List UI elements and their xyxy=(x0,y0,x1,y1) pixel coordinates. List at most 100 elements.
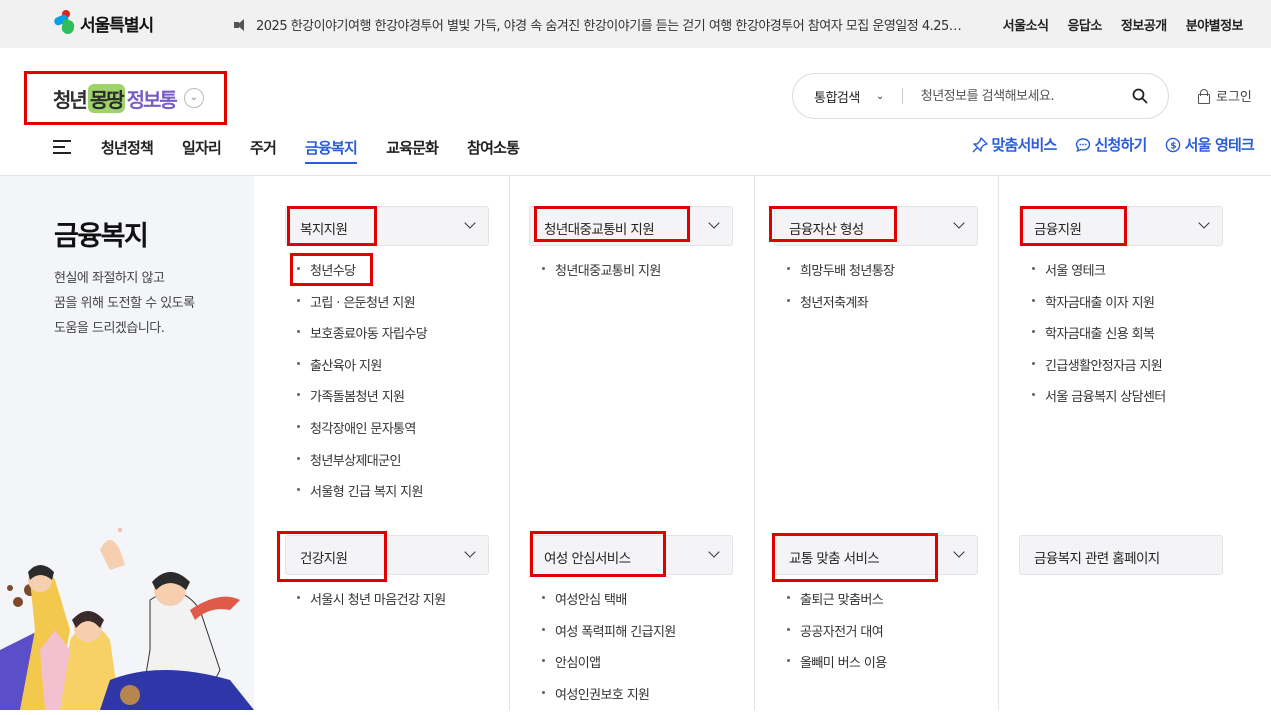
list-item[interactable]: 서울형 긴급 복지 지원 xyxy=(296,481,427,513)
list-item[interactable]: 청각장애인 문자통역 xyxy=(296,418,427,450)
category-welfare-support[interactable]: 복지지원 xyxy=(285,206,489,246)
section-intro-panel: 금융복지 현실에 좌절하지 않고 꿈을 위해 도전할 수 있도록 도움을 드리겠… xyxy=(0,176,254,710)
seoul-city-logo[interactable]: 서울특별시 xyxy=(52,10,154,36)
category-finance-support[interactable]: 금융지원 xyxy=(1019,206,1223,246)
list-item[interactable]: 고립 · 은둔청년 지원 xyxy=(296,292,427,324)
hamburger-menu-icon[interactable] xyxy=(53,140,71,154)
chevron-down-icon xyxy=(953,546,965,558)
search-scope-select[interactable]: 통합검색 ⌄ xyxy=(814,87,884,106)
brand-part-2: 몽땅 xyxy=(87,83,125,113)
search-scope-label: 통합검색 xyxy=(814,90,860,106)
nav-jobs[interactable]: 일자리 xyxy=(182,137,222,158)
list-item[interactable]: 여성 폭력피해 긴급지원 xyxy=(541,621,676,653)
welfare-support-list: 청년수당 고립 · 은둔청년 지원 보호종료아동 자립수당 출산육아 지원 가족… xyxy=(296,260,428,513)
seoul-youngtech-label: 서울 영테크 xyxy=(1184,136,1255,154)
list-item[interactable]: 청년저축계좌 xyxy=(786,292,894,324)
search-icon[interactable] xyxy=(1132,88,1148,104)
nav-education-culture[interactable]: 교육문화 xyxy=(386,137,439,158)
list-item[interactable]: 보호종료아동 자립수당 xyxy=(296,323,428,355)
top-link-info-disclosure[interactable]: 정보공개 xyxy=(1121,15,1167,34)
category-title: 금융복지 관련 홈페이지 xyxy=(1034,551,1160,567)
nav-youth-policy[interactable]: 청년정책 xyxy=(101,137,154,158)
finance-related-sites-link[interactable]: 금융복지 관련 홈페이지 xyxy=(1019,535,1223,575)
column-divider xyxy=(754,176,755,710)
list-item[interactable]: 올빼미 버스 이용 xyxy=(786,652,887,684)
list-item[interactable]: 학자금대출 신용 회복 xyxy=(1031,323,1166,355)
top-utility-bar: 서울특별시 2025 한강이야기여행 한강야경투어 별빛 가득, 야경 속 숨겨… xyxy=(0,0,1271,48)
search-input[interactable] xyxy=(920,88,1101,104)
category-women-safety[interactable]: 여성 안심서비스 xyxy=(529,535,733,575)
login-button[interactable]: 로그인 xyxy=(1198,86,1252,105)
pin-icon xyxy=(972,136,988,152)
top-link-seoul-news[interactable]: 서울소식 xyxy=(1003,15,1049,34)
category-title: 금융지원 xyxy=(1034,222,1082,238)
section-description: 현실에 좌절하지 않고 꿈을 위해 도전할 수 있도록 도움을 드리겠습니다. xyxy=(54,266,195,341)
section-description-line: 현실에 좌절하지 않고 xyxy=(54,271,165,286)
chevron-down-icon xyxy=(1198,217,1210,229)
list-item[interactable]: 서울 금융복지 상담센터 xyxy=(1031,386,1166,418)
brand-part-3: 정보통 xyxy=(126,87,178,112)
list-item[interactable]: 가족돌봄청년 지원 xyxy=(296,386,427,418)
list-item[interactable]: 공공자전거 대여 xyxy=(786,621,887,653)
chevron-down-icon xyxy=(708,546,720,558)
list-item[interactable]: 학자금대출 이자 지원 xyxy=(1031,292,1166,324)
custom-service-link[interactable]: 맞춤서비스 xyxy=(972,134,1057,155)
notice-text[interactable]: 2025 한강이야기여행 한강야경투어 별빛 가득, 야경 속 숨겨진 한강이야… xyxy=(256,15,969,34)
coin-icon: $ xyxy=(1165,137,1180,152)
speaker-icon xyxy=(234,18,250,31)
category-transport-service[interactable]: 교통 맞춤 서비스 xyxy=(774,535,978,575)
nav-finance-welfare[interactable]: 금융복지 xyxy=(305,137,358,164)
transit-support-list: 청년대중교통비 지원 xyxy=(541,260,661,292)
top-link-eungdapso[interactable]: 응답소 xyxy=(1067,15,1102,34)
lock-icon xyxy=(1198,88,1210,104)
search-divider xyxy=(901,88,903,104)
category-title: 건강지원 xyxy=(300,551,348,567)
chat-bubble-icon xyxy=(1075,137,1090,152)
category-health-support[interactable]: 건강지원 xyxy=(285,535,489,575)
search-bar: 통합검색 ⌄ xyxy=(792,73,1169,119)
category-asset-building[interactable]: 금융자산 형성 xyxy=(774,206,978,246)
list-item[interactable]: 서울 영테크 xyxy=(1031,260,1166,292)
category-title: 금융자산 형성 xyxy=(789,222,864,238)
chevron-down-icon xyxy=(464,217,476,229)
list-item[interactable]: 청년수당 xyxy=(296,260,427,292)
list-item[interactable]: 청년부상제대군인 xyxy=(296,450,427,482)
list-item[interactable]: 청년대중교통비 지원 xyxy=(541,260,661,292)
list-item[interactable]: 안심이앱 xyxy=(541,652,676,684)
list-item[interactable]: 희망두배 청년통장 xyxy=(786,260,895,292)
women-safety-list: 여성안심 택배 여성 폭력피해 긴급지원 안심이앱 여성인권보호 지원 xyxy=(541,589,676,715)
category-transit-support[interactable]: 청년대중교통비 지원 xyxy=(529,206,733,246)
svg-text:$: $ xyxy=(1170,141,1176,151)
chevron-down-icon xyxy=(708,217,720,229)
youth-cheering-illustration xyxy=(0,528,254,710)
apply-link[interactable]: 신청하기 xyxy=(1075,134,1147,155)
chevron-down-icon: ⌄ xyxy=(875,90,884,102)
list-item[interactable]: 출퇴근 맞춤버스 xyxy=(786,589,887,621)
seoul-logo-text: 서울특별시 xyxy=(80,15,154,36)
section-description-line: 도움을 드리겠습니다. xyxy=(54,321,165,336)
notice-ticker[interactable]: 2025 한강이야기여행 한강야경투어 별빛 가득, 야경 속 숨겨진 한강이야… xyxy=(234,15,969,34)
column-divider xyxy=(509,176,510,710)
seoul-logo-icon xyxy=(52,10,76,36)
chevron-down-icon[interactable]: ⌄ xyxy=(183,88,204,108)
list-item[interactable]: 여성안심 택배 xyxy=(541,589,676,621)
seoul-youngtech-link[interactable]: $ 서울 영테크 xyxy=(1165,134,1255,155)
main-nav: 청년정책 일자리 주거 금융복지 교육문화 참여소통 xyxy=(53,132,520,164)
top-links: 서울소식 응답소 정보공개 분야별정보 xyxy=(1003,15,1244,34)
top-link-field-info[interactable]: 분야별정보 xyxy=(1186,15,1244,34)
site-brand-logo[interactable]: 청년 몽땅 정보통 ⌄ xyxy=(24,71,227,125)
login-label: 로그인 xyxy=(1216,90,1252,105)
asset-building-list: 희망두배 청년통장 청년저축계좌 xyxy=(786,260,895,324)
brand-part-1: 청년 xyxy=(53,87,88,112)
section-description-line: 꿈을 위해 도전할 수 있도록 xyxy=(54,296,195,311)
chevron-down-icon xyxy=(953,217,965,229)
category-title: 복지지원 xyxy=(300,222,348,238)
nav-housing[interactable]: 주거 xyxy=(250,137,277,158)
list-item[interactable]: 출산육아 지원 xyxy=(296,355,427,387)
list-item[interactable]: 긴급생활안정자금 지원 xyxy=(1031,355,1166,387)
custom-service-label: 맞춤서비스 xyxy=(991,136,1058,154)
list-item[interactable]: 서울시 청년 마음건강 지원 xyxy=(296,589,446,621)
list-item[interactable]: 여성인권보호 지원 xyxy=(541,684,676,715)
nav-participation[interactable]: 참여소통 xyxy=(467,137,520,158)
finance-support-list: 서울 영테크 학자금대출 이자 지원 학자금대출 신용 회복 긴급생활안정자금 … xyxy=(1031,260,1166,418)
